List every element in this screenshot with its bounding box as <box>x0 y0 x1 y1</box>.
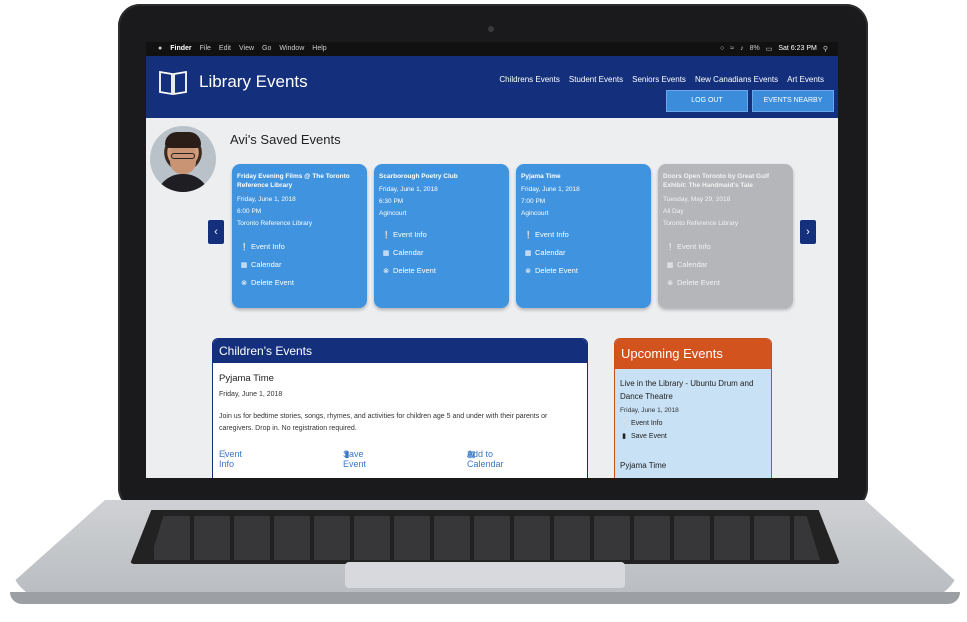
card-title[interactable]: Scarborough Poetry Club <box>379 172 505 181</box>
macos-menubar: ● Finder File Edit View Go Window Help ○… <box>146 42 838 56</box>
card-date: Friday, June 1, 2018 <box>521 186 580 193</box>
nav-art-events[interactable]: Art Events <box>787 75 824 84</box>
carousel-next-button[interactable]: › <box>800 220 816 244</box>
events-nearby-button[interactable]: EVENTS NEARBY <box>752 90 834 112</box>
top-nav: Childrens Events Student Events Seniors … <box>499 75 824 84</box>
spotlight-icon[interactable]: ⚲ <box>823 45 828 53</box>
card-time: All Day <box>663 208 684 215</box>
card-location: Toronto Reference Library <box>237 220 313 227</box>
childrens-events-panel: Children's Events Pyjama Time Friday, Ju… <box>212 338 588 478</box>
calendar-icon: ▦ <box>382 250 390 257</box>
calendar-icon: ▦ <box>240 262 248 269</box>
apple-icon[interactable]: ● <box>158 45 162 52</box>
upcoming-event-title[interactable]: Live in the Library - Ubuntu Drum and Da… <box>620 377 768 403</box>
saved-event-card[interactable]: Friday Evening Films @ The Toronto Refer… <box>232 164 367 308</box>
saved-event-card-past[interactable]: Doors Open Toronto by Great Gulf Exhibit… <box>658 164 793 308</box>
menu-help[interactable]: Help <box>312 45 326 52</box>
battery-percent[interactable]: 8% <box>750 45 760 53</box>
bookmark-icon: ▮ <box>622 433 626 440</box>
avatar <box>150 126 216 192</box>
card-delete-link[interactable]: ⊗ Delete Event <box>240 274 360 292</box>
calendar-icon: ▦ <box>666 262 674 269</box>
childrens-events-heading: Children's Events <box>213 339 587 363</box>
saved-events-carousel: Friday Evening Films @ The Toronto Refer… <box>232 164 794 310</box>
laptop-base <box>10 500 960 616</box>
trackpad <box>345 562 625 588</box>
upcoming-event-date: Friday, June 1, 2018 <box>620 407 679 414</box>
nav-childrens-events[interactable]: Childrens Events <box>499 75 559 84</box>
event-title[interactable]: Pyjama Time <box>219 373 274 384</box>
upcoming-events-heading: Upcoming Events <box>615 339 771 369</box>
card-event-info-link[interactable]: ❕ Event Info <box>240 238 360 256</box>
screen: ● Finder File Edit View Go Window Help ○… <box>146 42 838 478</box>
card-title[interactable]: Friday Evening Films @ The Toronto Refer… <box>237 172 363 190</box>
logout-button[interactable]: LOG OUT <box>666 90 748 112</box>
card-location: Toronto Reference Library <box>663 220 739 227</box>
info-circle-icon: ❕ <box>524 232 533 239</box>
card-delete-link[interactable]: ⊗ Delete Event <box>666 274 786 292</box>
card-time: 6:30 PM <box>379 198 404 205</box>
app-header: Library Events Childrens Events Student … <box>146 56 838 118</box>
chevron-right-icon: › <box>806 226 810 238</box>
menu-go[interactable]: Go <box>262 45 271 52</box>
card-location: Agincourt <box>379 210 407 217</box>
nav-student-events[interactable]: Student Events <box>569 75 623 84</box>
card-title[interactable]: Doors Open Toronto by Great Gulf Exhibit… <box>663 172 789 190</box>
saved-event-card[interactable]: Pyjama Time Friday, June 1, 2018 7:00 PM… <box>516 164 651 308</box>
times-circle-icon: ⊗ <box>241 280 247 287</box>
info-circle-icon: ❕ <box>620 420 629 427</box>
info-circle-icon: ❕ <box>382 232 391 239</box>
times-circle-icon: ⊗ <box>383 268 389 275</box>
calendar-icon: ▦ <box>524 250 532 257</box>
card-delete-link[interactable]: ⊗ Delete Event <box>524 262 644 280</box>
card-date: Tuesday, May 29, 2018 <box>663 196 731 203</box>
card-calendar-link[interactable]: ▦ Calendar <box>666 256 786 274</box>
saved-events-title: Avi's Saved Events <box>230 132 341 147</box>
volume-icon[interactable]: ♪ <box>740 45 744 53</box>
card-event-info-link[interactable]: ❕ Event Info <box>524 226 644 244</box>
book-logo-icon <box>159 70 187 96</box>
times-circle-icon: ⊗ <box>667 280 673 287</box>
times-circle-icon: ⊗ <box>525 268 531 275</box>
clock[interactable]: Sat 6:23 PM <box>778 45 817 53</box>
upcoming-save-event-link[interactable]: ▮ Save Event <box>620 432 667 440</box>
menu-view[interactable]: View <box>239 45 254 52</box>
card-location: Agincourt <box>521 210 549 217</box>
card-calendar-link[interactable]: ▦ Calendar <box>240 256 360 274</box>
menu-edit[interactable]: Edit <box>219 45 231 52</box>
card-calendar-link[interactable]: ▦ Calendar <box>524 244 644 262</box>
card-time: 7:00 PM <box>521 198 546 205</box>
info-circle-icon: ❕ <box>240 244 249 251</box>
card-date: Friday, June 1, 2018 <box>379 186 438 193</box>
battery-icon: ▭ <box>765 46 773 53</box>
card-title[interactable]: Pyjama Time <box>521 172 647 181</box>
status-icon[interactable]: ○ <box>720 45 724 53</box>
menu-file[interactable]: File <box>200 45 211 52</box>
webcam <box>488 26 494 32</box>
app-title[interactable]: Library Events <box>199 72 308 92</box>
info-circle-icon: ❕ <box>666 244 675 251</box>
nav-new-canadians-events[interactable]: New Canadians Events <box>695 75 778 84</box>
card-event-info-link[interactable]: ❕ Event Info <box>666 238 786 256</box>
saved-event-card[interactable]: Scarborough Poetry Club Friday, June 1, … <box>374 164 509 308</box>
carousel-prev-button[interactable]: ‹ <box>208 220 224 244</box>
event-description: Join us for bedtime stories, songs, rhym… <box>219 413 548 432</box>
nav-seniors-events[interactable]: Seniors Events <box>632 75 686 84</box>
menu-window[interactable]: Window <box>279 45 304 52</box>
upcoming-event-title[interactable]: Pyjama Time <box>620 461 666 470</box>
wifi-icon[interactable]: ≈ <box>730 45 734 53</box>
event-date: Friday, June 1, 2018 <box>219 391 283 398</box>
card-date: Friday, June 1, 2018 <box>237 196 296 203</box>
chevron-left-icon: ‹ <box>214 226 218 238</box>
menu-finder[interactable]: Finder <box>170 45 191 52</box>
card-delete-link[interactable]: ⊗ Delete Event <box>382 262 502 280</box>
card-time: 6:00 PM <box>237 208 262 215</box>
upcoming-events-panel: Upcoming Events Live in the Library - Ub… <box>614 338 772 478</box>
card-calendar-link[interactable]: ▦ Calendar <box>382 244 502 262</box>
upcoming-event-info-link[interactable]: ❕ Event Info <box>620 419 663 427</box>
card-event-info-link[interactable]: ❕ Event Info <box>382 226 502 244</box>
